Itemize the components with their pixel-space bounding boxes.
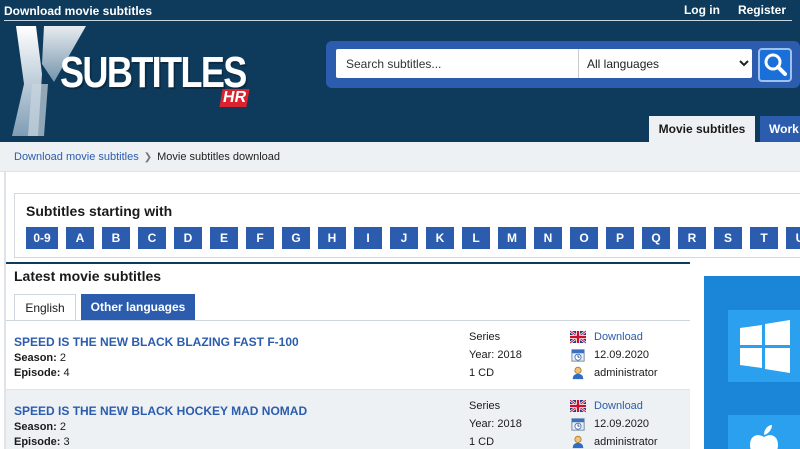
header-divider [4, 20, 792, 21]
letter-button[interactable]: K [426, 227, 454, 249]
letter-button[interactable]: P [606, 227, 634, 249]
letter-button[interactable]: U [786, 227, 800, 249]
letter-button[interactable]: B [102, 227, 130, 249]
search-button[interactable] [758, 48, 792, 82]
subtitle-year: Year: 2018 [469, 418, 522, 430]
logo-text: SUBTITLES [60, 48, 247, 97]
uk-flag-icon [570, 399, 586, 413]
search-input[interactable] [336, 49, 578, 78]
letter-button[interactable]: H [318, 227, 346, 249]
chevron-right-icon: ❯ [143, 151, 153, 163]
ad-tile [728, 415, 800, 449]
letter-button[interactable]: L [462, 227, 490, 249]
episode-label: Episode: [14, 367, 61, 379]
letter-button[interactable]: I [354, 227, 382, 249]
download-link[interactable]: Download [594, 400, 643, 412]
subtitle-cd: 1 CD [469, 367, 495, 379]
subtitle-date: 12.09.2020 [594, 349, 650, 361]
latest-divider [6, 262, 690, 264]
logo-suffix: HR [219, 89, 250, 107]
windows-logo-icon [740, 320, 790, 373]
letter-button[interactable]: 0-9 [26, 227, 58, 249]
apple-logo-icon [750, 425, 778, 449]
letter-button[interactable]: R [678, 227, 706, 249]
subtitle-type: Series [469, 331, 501, 343]
letter-button[interactable]: F [246, 227, 274, 249]
season-label: Season: [14, 352, 57, 364]
letter-button[interactable]: Q [642, 227, 670, 249]
subtitle-episode: Episode: 4 [14, 367, 70, 379]
calendar-icon [571, 349, 585, 362]
subtitle-season: Season: 2 [14, 352, 66, 364]
episode-value: 3 [63, 436, 70, 448]
subtitle-season: Season: 2 [14, 421, 66, 433]
language-select[interactable]: All languages [578, 49, 752, 78]
letter-button[interactable]: N [534, 227, 562, 249]
letter-button[interactable]: J [390, 227, 418, 249]
tab-other-languages[interactable]: Other languages [81, 294, 195, 321]
letter-button[interactable]: A [66, 227, 94, 249]
letter-button[interactable]: C [138, 227, 166, 249]
ad-tile [728, 310, 800, 382]
download-link[interactable]: Download [594, 331, 643, 343]
latest-title: Latest movie subtitles [14, 268, 162, 284]
episode-label: Episode: [14, 436, 61, 448]
breadcrumb: Download movie subtitles ❯ Movie subtitl… [14, 151, 280, 163]
subtitle-cd: 1 CD [469, 436, 495, 448]
site-title: Download movie subtitles [4, 4, 153, 18]
subtitle-row: SPEED IS THE NEW BLACK BLAZING FAST F-10… [6, 321, 690, 389]
subtitle-title-link[interactable]: SPEED IS THE NEW BLACK BLAZING FAST F-10… [14, 335, 299, 349]
letter-button[interactable]: O [570, 227, 598, 249]
account-links: Log in Register [684, 3, 786, 17]
calendar-icon [571, 418, 585, 431]
login-link[interactable]: Log in [684, 3, 720, 17]
episode-value: 4 [63, 367, 70, 379]
subtitle-year: Year: 2018 [469, 349, 522, 361]
subtitle-type: Series [469, 400, 501, 412]
tab-work[interactable]: Work [760, 116, 800, 142]
letter-button[interactable]: G [282, 227, 310, 249]
letters-list: 0-9 A B C D E F G H I J K L M N O P Q R … [26, 227, 800, 249]
breadcrumb-link[interactable]: Download movie subtitles [14, 151, 139, 163]
letter-button[interactable]: T [750, 227, 778, 249]
subtitle-uploader: administrator [594, 367, 658, 379]
season-value: 2 [59, 421, 66, 433]
subtitle-title-link[interactable]: SPEED IS THE NEW BLACK HOCKEY MAD NOMAD [14, 404, 307, 418]
subtitle-uploader: administrator [594, 436, 658, 448]
tab-english[interactable]: English [14, 294, 76, 321]
register-link[interactable]: Register [738, 3, 786, 17]
letter-button[interactable]: S [714, 227, 742, 249]
letter-button[interactable]: E [210, 227, 238, 249]
subtitle-episode: Episode: 3 [14, 436, 70, 448]
tab-movie-subtitles[interactable]: Movie subtitles [649, 116, 755, 142]
search-icon [764, 53, 787, 76]
breadcrumb-current: Movie subtitles download [157, 151, 281, 163]
user-icon [572, 435, 584, 449]
letters-title: Subtitles starting with [26, 203, 173, 219]
letter-button[interactable]: M [498, 227, 526, 249]
uk-flag-icon [570, 330, 586, 344]
letter-button[interactable]: D [174, 227, 202, 249]
season-value: 2 [59, 352, 66, 364]
user-icon [572, 366, 584, 380]
subtitle-date: 12.09.2020 [594, 418, 650, 430]
subtitle-row: SPEED IS THE NEW BLACK HOCKEY MAD NOMAD … [6, 389, 690, 449]
season-label: Season: [14, 421, 57, 433]
page: Download movie subtitles Log in Register… [0, 0, 800, 449]
